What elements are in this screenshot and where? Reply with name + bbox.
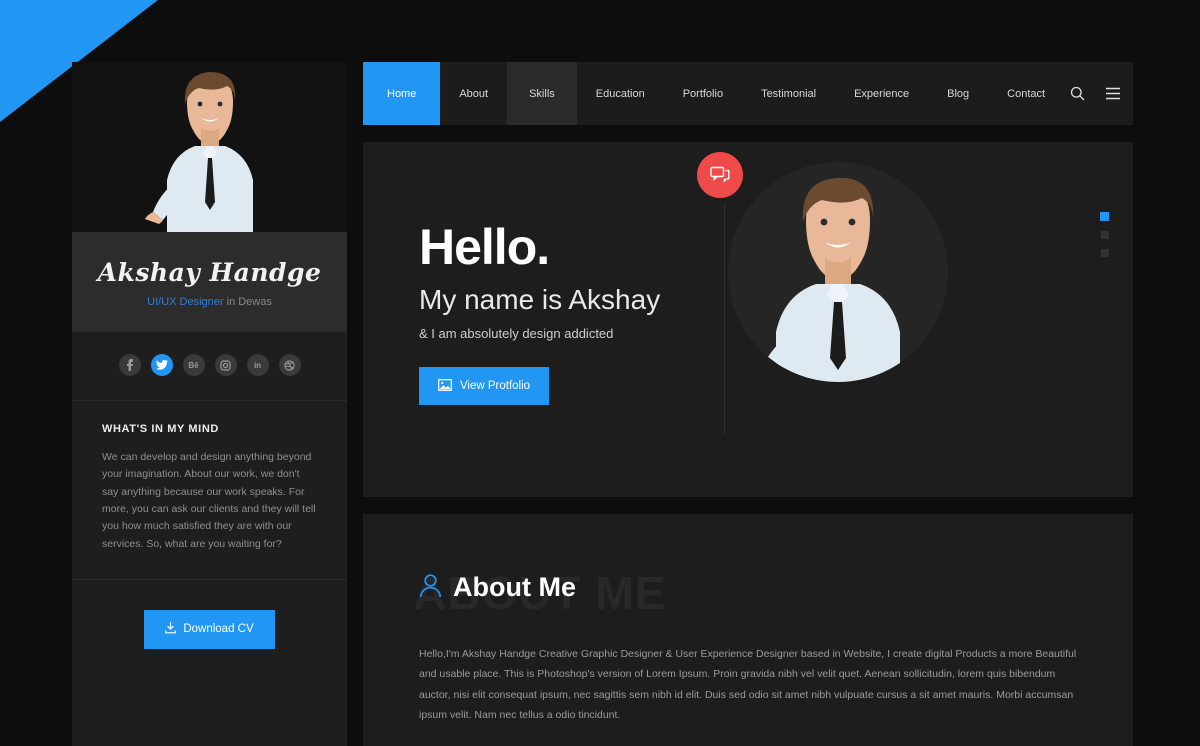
search-icon[interactable] [1064,81,1090,107]
profile-name: Akshay Handge [97,258,322,287]
nav-item-experience[interactable]: Experience [835,62,928,125]
hero-subheadline: My name is Akshay [419,284,661,315]
about-title-row: About Me [419,572,1133,603]
hamburger-menu-icon[interactable] [1100,81,1126,107]
hero-portrait-circle [728,162,948,382]
hero-panel: Hello. My name is Akshay & I am absolute… [363,142,1133,497]
twitter-icon[interactable] [150,354,173,376]
hero-headline: Hello. [419,219,550,275]
profile-card: Akshay Handge UI/UX Designer in Dewas [72,232,347,332]
view-portfolio-button[interactable]: View Protfolio [419,367,549,405]
linkedin-icon[interactable]: in [246,354,269,376]
about-body-text: Hello,I'm Akshay Handge Creative Graphic… [419,648,1077,722]
about-title: About Me [453,572,576,602]
slider-dot-3[interactable] [1100,249,1109,257]
view-portfolio-label: View Protfolio [459,380,531,392]
image-icon [438,378,452,394]
profile-photo-illustration [134,62,285,232]
whats-in-my-mind-block: WHAT'S IN MY MIND We can develop and des… [72,401,347,580]
main-column: Home About Skills Education Portfolio Te… [363,62,1133,746]
hero-media-block [683,142,1133,497]
slider-dot-2[interactable] [1100,231,1109,239]
nav-item-contact[interactable]: Contact [988,62,1064,125]
about-header: ABOUT ME About Me [363,567,1133,620]
profile-role: UI/UX Designer [147,296,224,308]
about-panel: ABOUT ME About Me Hello,I'm Akshay Handg… [363,514,1133,746]
chat-bubble-icon[interactable] [697,152,743,198]
nav-item-education[interactable]: Education [577,62,664,125]
hero-tagline: & I am absolutely design addicted [419,326,614,341]
page-root: Akshay Handge UI/UX Designer in Dewas Bē… [0,0,1200,746]
behance-icon[interactable]: Bē [182,354,205,376]
profile-location: in Dewas [223,296,272,308]
instagram-icon[interactable] [214,354,237,376]
hero-text-block: Hello. My name is Akshay & I am absolute… [363,142,725,497]
profile-sidebar: Akshay Handge UI/UX Designer in Dewas Bē… [72,62,347,746]
nav-item-home[interactable]: Home [363,62,441,125]
download-cv-wrap: Download CV [72,580,347,679]
download-cv-label: Download CV [183,623,254,636]
nav-item-about[interactable]: About [440,62,507,125]
download-cv-button[interactable]: Download CV [144,609,275,649]
nav-item-skills[interactable]: Skills [507,62,577,125]
facebook-icon[interactable] [118,354,141,376]
slider-dot-1[interactable] [1100,212,1109,221]
nav-item-blog[interactable]: Blog [928,62,988,125]
mind-title: WHAT'S IN MY MIND [102,423,219,435]
dribbble-icon[interactable] [278,354,301,376]
profile-photo [72,62,347,232]
hero-portrait-illustration [728,162,948,382]
mind-text: We can develop and design anything beyon… [102,451,316,550]
profile-subtitle: UI/UX Designer in Dewas [82,296,337,308]
top-navigation: Home About Skills Education Portfolio Te… [363,62,1133,125]
social-links: Bē in [72,332,347,401]
user-icon [419,573,442,603]
download-icon [165,621,177,637]
nav-icon-group [1064,62,1144,125]
hero-slider-dots [1100,212,1109,257]
nav-item-portfolio[interactable]: Portfolio [664,62,742,125]
nav-item-testimonial[interactable]: Testimonial [742,62,835,125]
